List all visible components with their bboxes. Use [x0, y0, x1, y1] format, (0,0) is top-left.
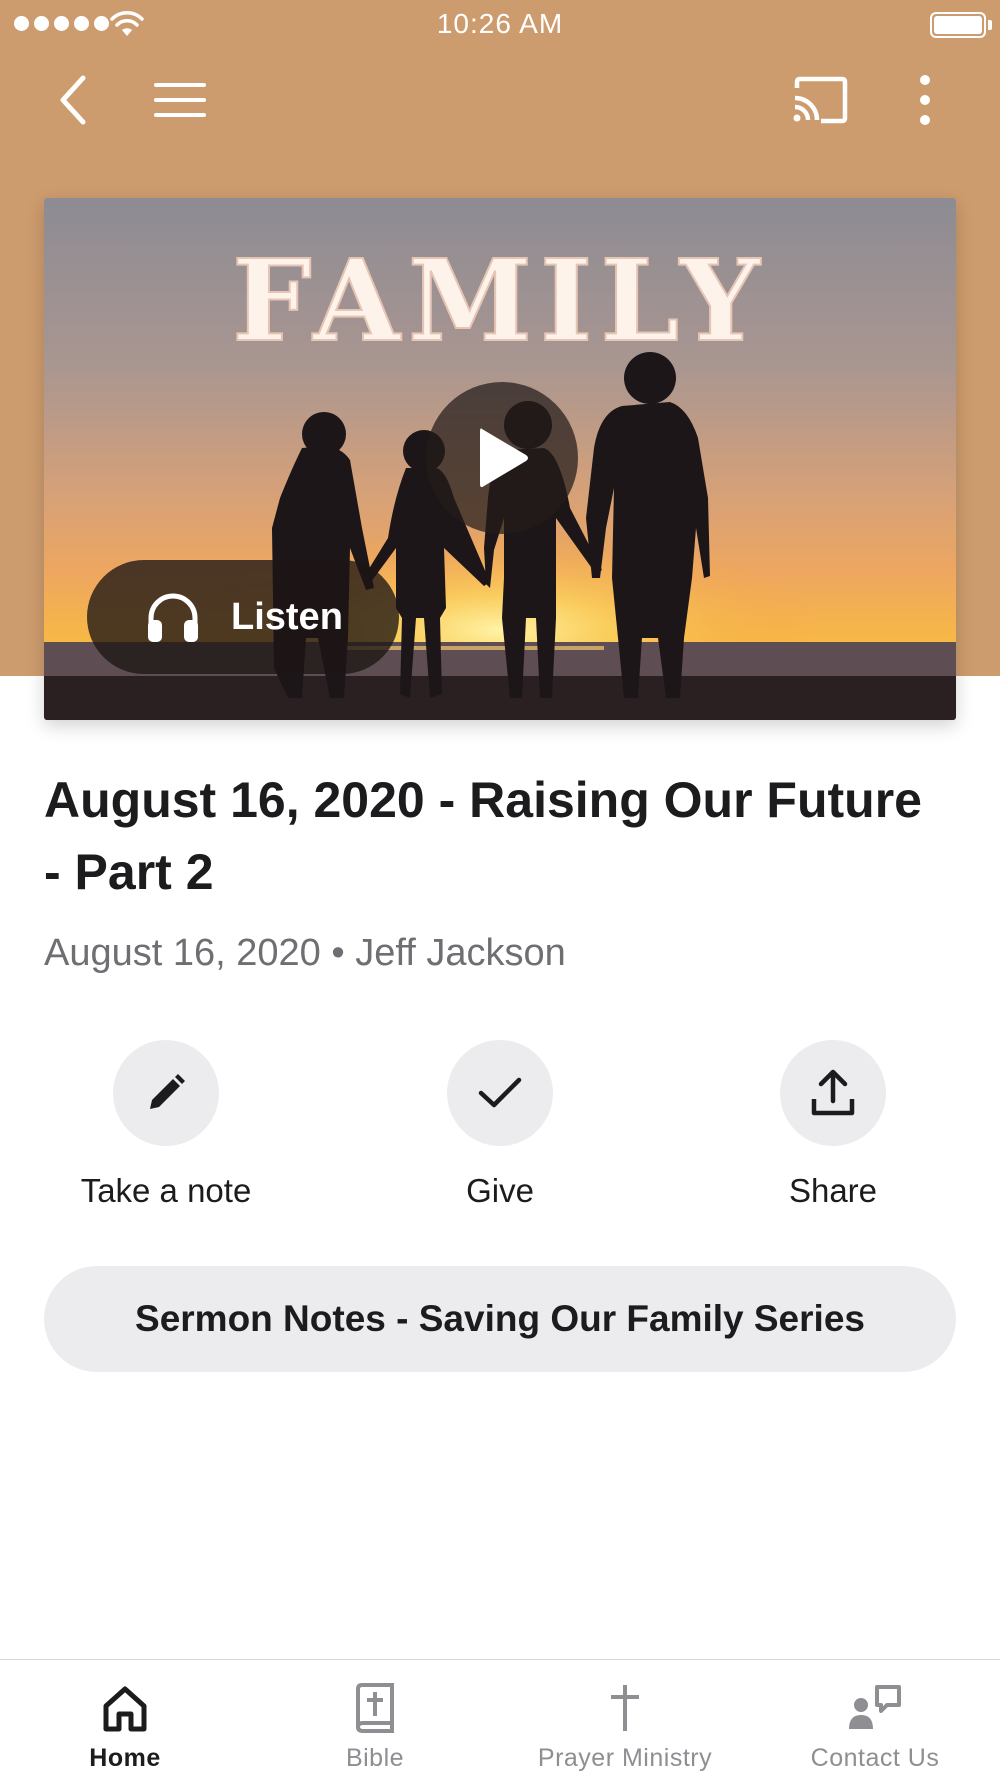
hamburger-menu-icon: [154, 83, 206, 117]
sermon-actions: Take a note Give Share: [0, 1040, 1000, 1220]
share-label: Share: [788, 1172, 878, 1209]
tab-home[interactable]: Home: [0, 1660, 250, 1778]
tab-home-label: Home: [89, 1744, 161, 1772]
play-icon: [480, 428, 528, 488]
bottom-tab-bar: Home Bible Prayer Ministry Contact Us: [0, 1659, 1000, 1778]
tab-contact-us[interactable]: Contact Us: [750, 1660, 1000, 1778]
give-button[interactable]: Give: [400, 1040, 600, 1210]
cast-icon: [793, 76, 848, 124]
back-button[interactable]: [40, 60, 110, 140]
tab-prayer-ministry-label: Prayer Ministry: [537, 1744, 713, 1772]
battery-icon: [930, 12, 986, 38]
bible-icon: [354, 1680, 396, 1736]
give-circle: [447, 1040, 553, 1146]
listen-button[interactable]: Listen: [87, 560, 399, 674]
status-bar: 10:26 AM: [0, 0, 1000, 50]
headphones-icon: [145, 590, 201, 644]
chevron-left-icon: [60, 75, 86, 125]
home-icon: [102, 1680, 148, 1736]
status-time: 10:26 AM: [436, 8, 564, 39]
sermon-title: August 16, 2020 - Raising Our Future - P…: [44, 772, 922, 900]
sermon-artwork[interactable]: FAMILY Listen: [44, 198, 956, 720]
listen-label: Listen: [231, 595, 343, 638]
share-upload-icon: [811, 1069, 855, 1116]
pencil-icon: [150, 1074, 185, 1109]
play-video-button[interactable]: [426, 382, 578, 534]
tab-prayer-ministry[interactable]: Prayer Ministry: [500, 1660, 750, 1778]
share-button[interactable]: Share: [733, 1040, 933, 1210]
share-circle: [780, 1040, 886, 1146]
tab-contact-us-label: Contact Us: [810, 1744, 940, 1772]
cast-button[interactable]: [780, 60, 860, 140]
battery-tip: [988, 20, 992, 30]
tab-bible-label: Bible: [345, 1744, 405, 1772]
take-note-circle: [113, 1040, 219, 1146]
contact-chat-icon: [847, 1680, 903, 1736]
artwork-title: FAMILY: [232, 236, 768, 367]
take-note-label: Take a note: [80, 1172, 252, 1209]
menu-button[interactable]: [140, 60, 220, 140]
give-label: Give: [466, 1172, 534, 1209]
more-vertical-icon: [920, 75, 930, 125]
sermon-notes-button[interactable]: Sermon Notes - Saving Our Family Series: [44, 1266, 956, 1372]
sermon-meta: August 16, 2020 • Jeff Jackson: [44, 932, 566, 974]
take-note-button[interactable]: Take a note: [66, 1040, 266, 1210]
cross-icon: [605, 1680, 645, 1736]
more-options-button[interactable]: [895, 60, 955, 140]
checkmark-icon: [478, 1077, 522, 1108]
tab-bible[interactable]: Bible: [250, 1660, 500, 1778]
